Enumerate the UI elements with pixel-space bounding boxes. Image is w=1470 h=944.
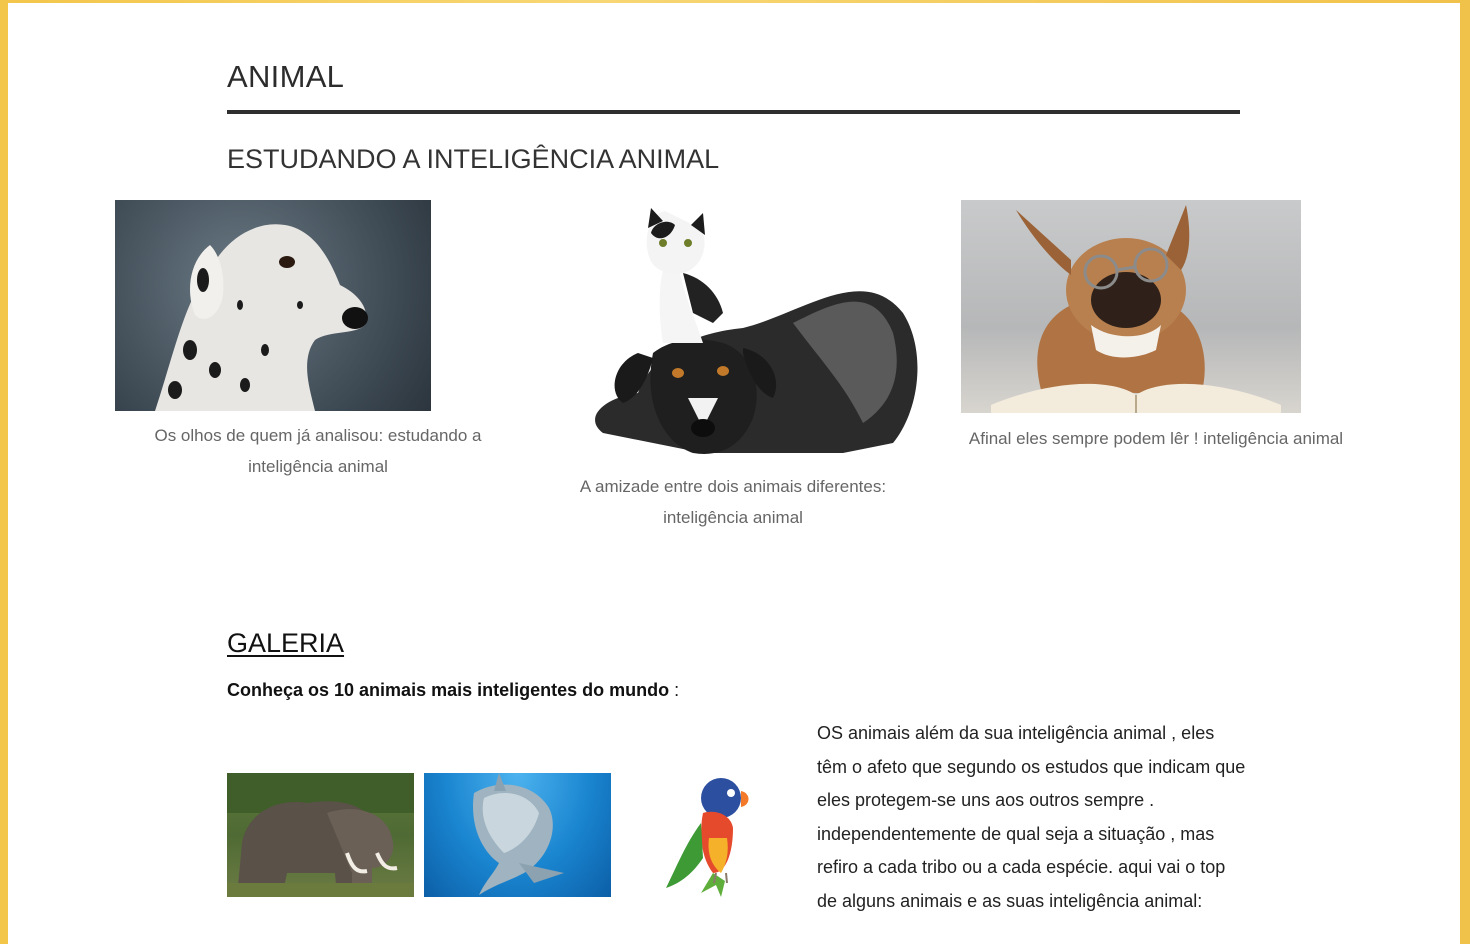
gallery-intro-suffix: : [669, 680, 680, 700]
title-divider [227, 110, 1240, 114]
elephants-photo[interactable] [227, 773, 414, 897]
figure-caption: Os olhos de quem já analisou: estudando … [154, 426, 482, 476]
dog-and-cat-photo[interactable] [543, 203, 923, 458]
figure-dalmatian: Os olhos de quem já analisou: estudando … [115, 200, 521, 482]
gallery-intro-bold: Conheça os 10 animais mais inteligentes … [227, 680, 670, 700]
gallery-body-text: OS animais além da sua inteligência anim… [817, 723, 1246, 911]
site-title: ANIMAL [227, 59, 345, 94]
dolphin-photo[interactable] [424, 773, 611, 897]
page-frame: ANIMAL ESTUDANDO A INTELIGÊNCIA ANIMAL O… [8, 3, 1460, 944]
figure-bulldog: Afinal eles sempre podem lêr ! inteligên… [961, 200, 1351, 454]
dalmatian-photo[interactable] [115, 200, 431, 411]
galeria-link[interactable]: GALERIA [227, 628, 344, 659]
parrot-photo[interactable] [621, 773, 808, 897]
section-heading: ESTUDANDO A INTELIGÊNCIA ANIMAL [227, 144, 720, 174]
bulldog-reading-photo[interactable] [961, 200, 1301, 413]
gallery-intro: Conheça os 10 animais mais inteligentes … [227, 680, 679, 701]
figure-caption: Afinal eles sempre podem lêr ! inteligên… [968, 429, 1344, 448]
figure-caption: A amizade entre dois animais diferentes:… [579, 477, 887, 527]
figure-dog-cat: A amizade entre dois animais diferentes:… [538, 203, 928, 533]
